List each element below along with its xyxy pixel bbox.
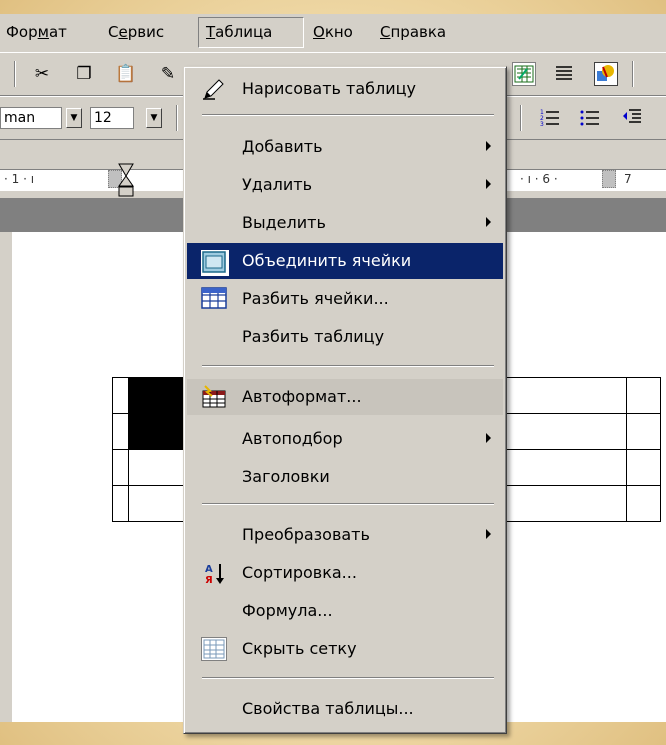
menu-item-autoformat[interactable]: Автоформат...	[187, 379, 503, 415]
menu-item-merge-cells[interactable]: Объединить ячейки	[187, 243, 503, 279]
drawing-icon[interactable]	[594, 62, 618, 86]
submenu-arrow-icon	[486, 529, 491, 539]
svg-text:А: А	[205, 564, 213, 575]
font-size-dropdown-icon[interactable]: ▼	[146, 108, 162, 128]
svg-text:Я: Я	[205, 575, 213, 586]
menu-item-hide-gridlines[interactable]: Скрыть сетку	[187, 631, 503, 667]
menu-item-label: Нарисовать таблицу	[242, 79, 417, 98]
font-name-combo[interactable]: man	[0, 107, 62, 129]
menu-item-select[interactable]: Выделить	[187, 205, 503, 241]
sort-icon: АЯ	[201, 561, 227, 586]
menu-item-label: Разбить таблицу	[242, 327, 385, 346]
menu-item-table-properties[interactable]: Свойства таблицы...	[187, 691, 503, 727]
menu-window[interactable]: Окно	[313, 23, 353, 41]
toolbar-separator	[520, 105, 522, 131]
pencil-icon	[201, 77, 227, 101]
menu-bar: Формат Сервис Таблица Окно Справка	[0, 14, 666, 52]
menu-item-label: Сортировка...	[242, 563, 357, 582]
menu-item-label: Автоподбор	[242, 429, 343, 448]
table-cell[interactable]	[626, 449, 661, 486]
menu-item-label: Автоформат...	[242, 387, 362, 406]
menu-separator	[202, 114, 494, 116]
table-cell[interactable]	[112, 449, 129, 486]
menu-item-label: Скрыть сетку	[242, 639, 357, 658]
bullets-icon[interactable]	[578, 106, 602, 130]
insert-excel-icon[interactable]	[512, 62, 536, 86]
menu-item-draw-table[interactable]: Нарисовать таблицу	[187, 71, 503, 107]
menu-separator	[202, 365, 494, 367]
menu-table[interactable]: Таблица	[206, 23, 272, 41]
table-cell[interactable]	[112, 377, 129, 414]
indent-marker-icon[interactable]	[118, 162, 134, 202]
menu-item-autofit[interactable]: Автоподбор	[187, 421, 503, 457]
menu-item-label: Формула...	[242, 601, 333, 620]
menu-item-label: Заголовки	[242, 467, 330, 486]
decrease-indent-icon[interactable]	[620, 106, 644, 130]
menu-item-label: Преобразовать	[242, 525, 370, 544]
menu-item-delete[interactable]: Удалить	[187, 167, 503, 203]
copy-icon[interactable]: ❐	[72, 62, 96, 86]
font-size-combo[interactable]: 12	[90, 107, 134, 129]
menu-item-label: Выделить	[242, 213, 326, 232]
menu-separator	[202, 677, 494, 679]
svg-text:3: 3	[540, 121, 544, 128]
menu-item-label: Объединить ячейки	[242, 251, 412, 270]
table-cell[interactable]	[626, 377, 661, 414]
menu-item-formula[interactable]: Формула...	[187, 593, 503, 629]
ruler-number: 7	[624, 172, 632, 186]
submenu-arrow-icon	[486, 179, 491, 189]
menu-format[interactable]: Формат	[6, 23, 67, 41]
menu-item-convert[interactable]: Преобразовать	[187, 517, 503, 553]
numbering-icon[interactable]: 123	[538, 106, 562, 130]
toolbar-separator	[632, 61, 634, 87]
submenu-arrow-icon	[486, 217, 491, 227]
columns-icon[interactable]	[552, 62, 576, 86]
font-name-dropdown-icon[interactable]: ▼	[66, 108, 82, 128]
table-cell[interactable]	[112, 413, 129, 450]
menu-help[interactable]: Справка	[380, 23, 446, 41]
menu-item-split-table[interactable]: Разбить таблицу	[187, 319, 503, 355]
toolbar-separator	[176, 105, 178, 131]
format-painter-icon[interactable]: ✎	[156, 62, 180, 86]
menu-item-label: Удалить	[242, 175, 312, 194]
paste-icon[interactable]: 📋	[114, 62, 138, 86]
word-window: Формат Сервис Таблица Окно Справка ✂ ❐ 📋…	[0, 14, 666, 734]
merge-cells-icon	[201, 250, 229, 276]
cut-icon[interactable]: ✂	[30, 62, 54, 86]
menu-item-add[interactable]: Добавить	[187, 129, 503, 165]
menu-separator	[202, 503, 494, 505]
table-menu-dropdown: Нарисовать таблицу Добавить Удалить Выде…	[183, 66, 507, 734]
table-cell[interactable]	[626, 413, 661, 450]
autoformat-icon	[201, 385, 227, 409]
submenu-arrow-icon	[486, 433, 491, 443]
split-cells-icon	[201, 287, 227, 311]
toolbar-separator	[14, 61, 16, 87]
ruler-marks-left: · 1 · ı	[4, 172, 35, 186]
ruler-marks-right: · ı · 6 ·	[520, 172, 558, 186]
menu-item-headings[interactable]: Заголовки	[187, 459, 503, 495]
menu-item-label: Разбить ячейки...	[242, 289, 389, 308]
menu-item-label: Добавить	[242, 137, 323, 156]
menu-tools[interactable]: Сервис	[108, 23, 164, 41]
table-cell[interactable]	[626, 485, 661, 522]
menu-item-split-cells[interactable]: Разбить ячейки...	[187, 281, 503, 317]
table-cell[interactable]	[112, 485, 129, 522]
gridlines-icon	[201, 637, 227, 661]
ruler-column-marker[interactable]	[602, 170, 616, 188]
menu-item-sort[interactable]: АЯ Сортировка...	[187, 555, 503, 591]
submenu-arrow-icon	[486, 141, 491, 151]
menu-item-label: Свойства таблицы...	[242, 699, 414, 718]
